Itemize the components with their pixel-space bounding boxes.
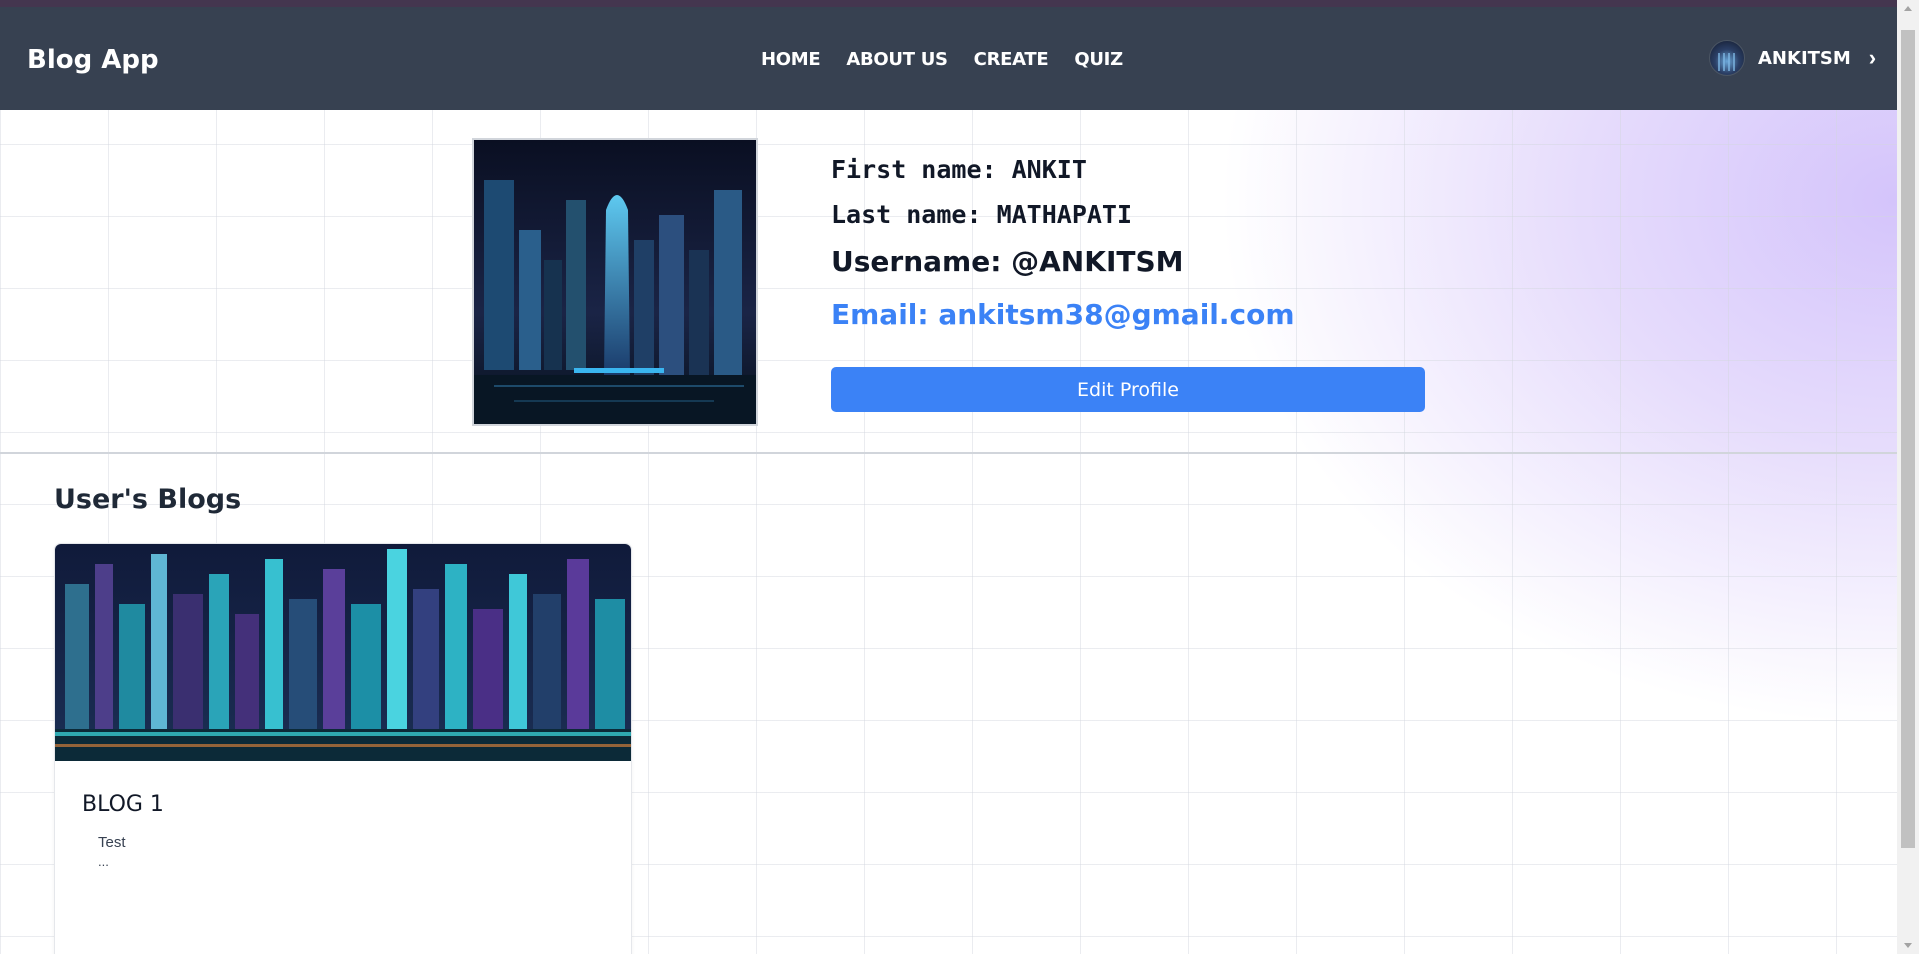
user-menu[interactable]: ANKITSM ›: [1709, 40, 1876, 76]
section-divider: [0, 452, 1897, 454]
blogs-section-title: User's Blogs: [54, 484, 242, 515]
profile-image: [472, 138, 758, 426]
first-name-text: First name: ANKIT: [831, 155, 1087, 184]
chevron-right-icon[interactable]: ›: [1869, 47, 1876, 69]
scroll-up-arrow-icon[interactable]: [1904, 6, 1912, 11]
nav-quiz-link[interactable]: QUIZ: [1074, 49, 1123, 70]
nav-about-link[interactable]: ABOUT US: [846, 49, 948, 70]
top-accent-line: [0, 0, 1897, 7]
brand-logo[interactable]: Blog App: [27, 45, 159, 75]
avatar[interactable]: [1709, 40, 1745, 76]
last-name-text: Last name: MATHAPATI: [831, 200, 1133, 229]
username-text: Username: @ANKITSM: [831, 245, 1184, 278]
email-text: Email: ankitsm38@gmail.com: [831, 298, 1295, 331]
nav-home-link[interactable]: HOME: [761, 49, 821, 70]
nav-links: HOME ABOUT US CREATE QUIZ: [761, 49, 1123, 70]
blog-card-ellipsis: ...: [98, 854, 109, 869]
edit-profile-button[interactable]: Edit Profile: [831, 367, 1425, 412]
blog-card-image: [55, 544, 631, 761]
scroll-down-arrow-icon[interactable]: [1904, 943, 1912, 948]
nav-create-link[interactable]: CREATE: [974, 49, 1049, 70]
navbar: Blog App HOME ABOUT US CREATE QUIZ ANKIT…: [0, 7, 1897, 110]
scrollbar[interactable]: [1897, 0, 1919, 954]
blog-card-title[interactable]: BLOG 1: [82, 792, 164, 817]
blog-card[interactable]: BLOG 1 Test ...: [54, 543, 632, 954]
scroll-thumb[interactable]: [1901, 30, 1915, 848]
page: Blog App HOME ABOUT US CREATE QUIZ ANKIT…: [0, 0, 1897, 954]
user-name[interactable]: ANKITSM: [1758, 48, 1851, 69]
blog-card-excerpt: Test: [98, 834, 126, 851]
